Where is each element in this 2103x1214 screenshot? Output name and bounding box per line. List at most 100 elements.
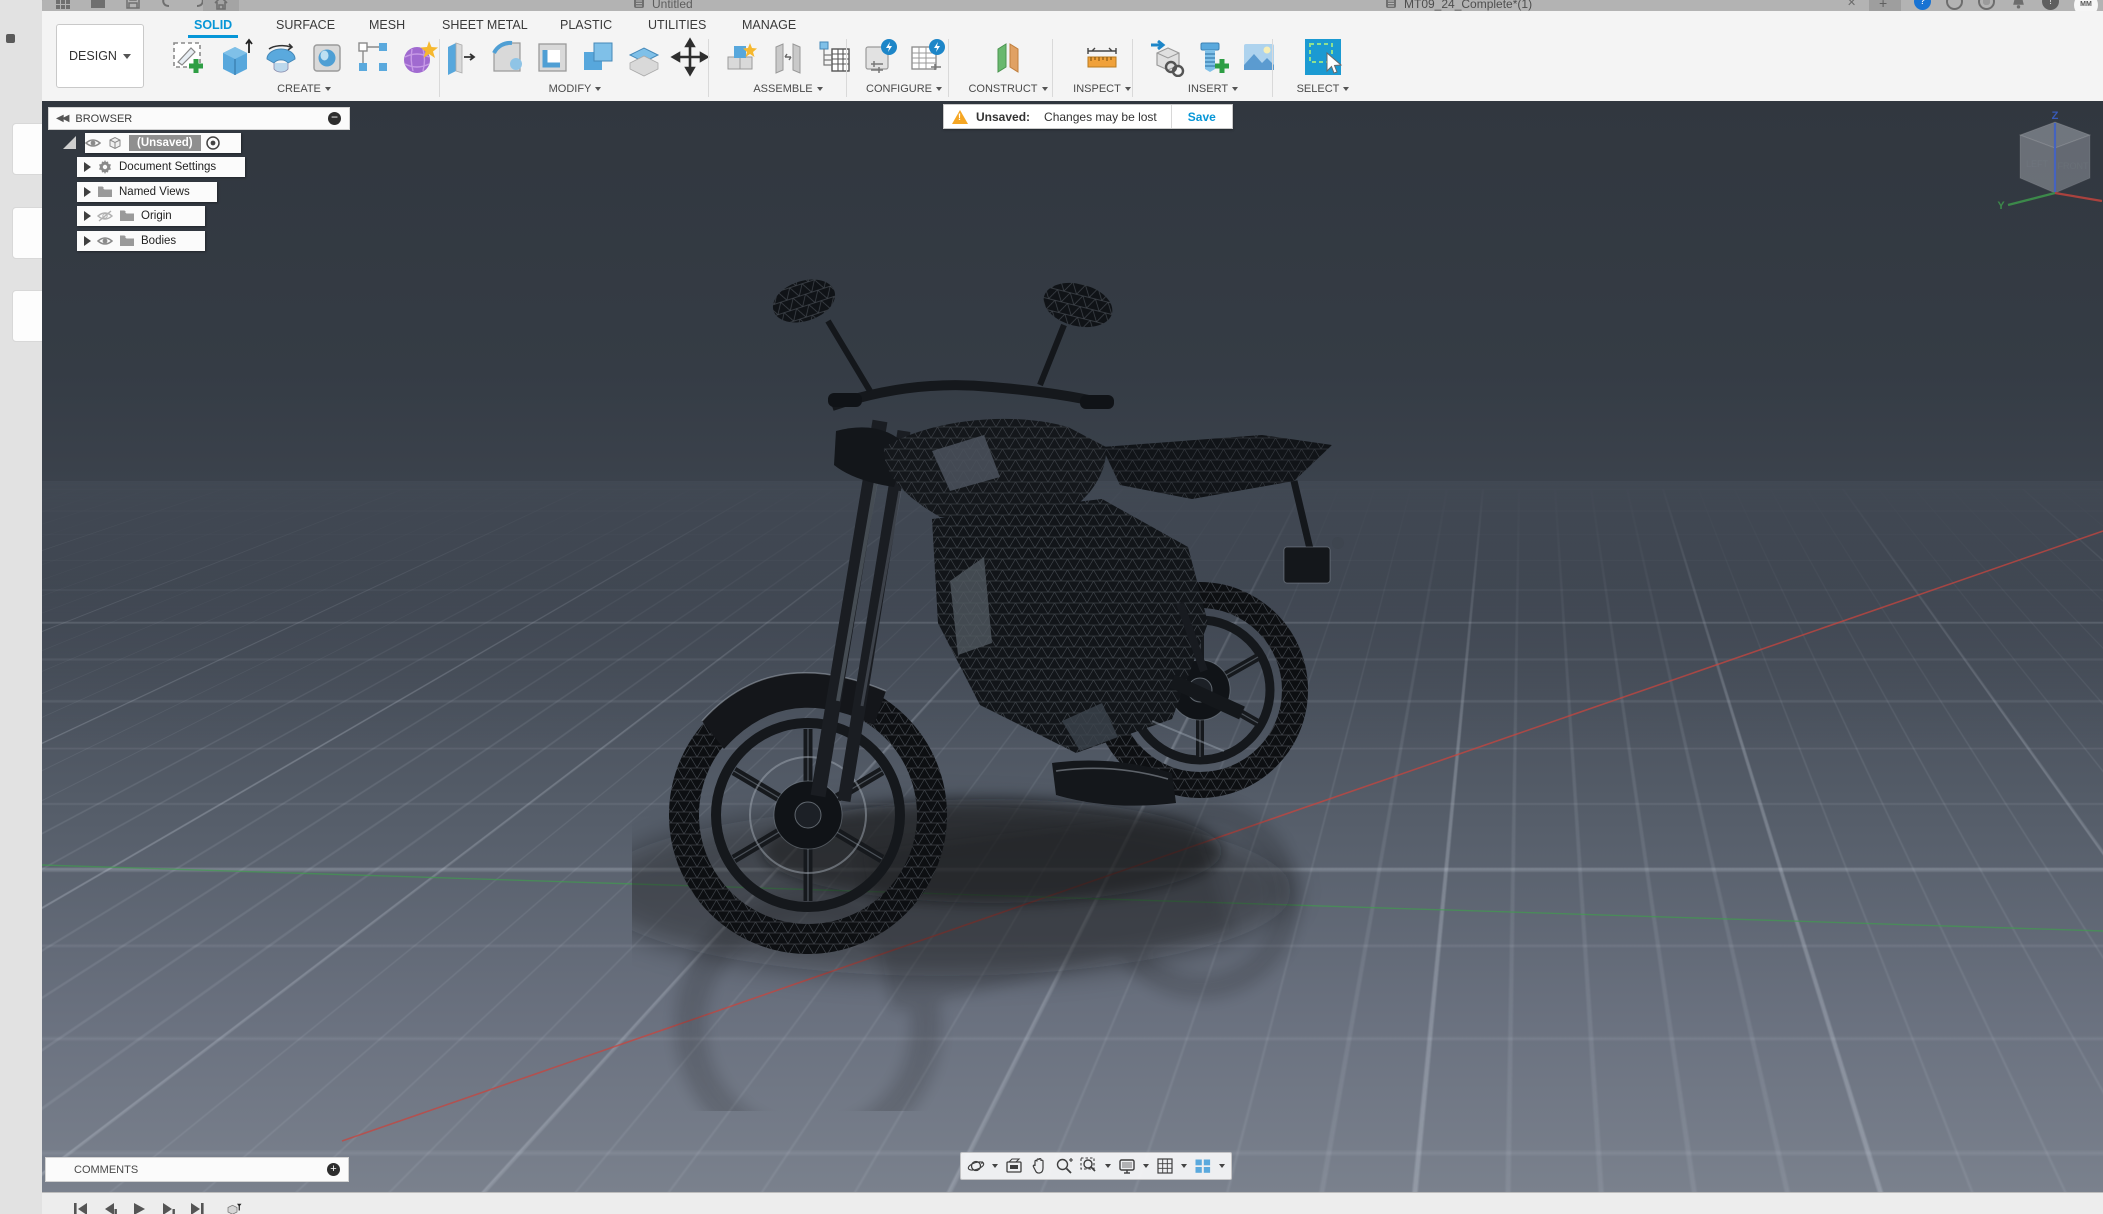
insert-fastener-icon[interactable]	[1193, 37, 1233, 77]
view-cube[interactable]: LEFT FRONT Z Y X	[1994, 109, 2103, 221]
new-tab-button[interactable]	[1869, 0, 1901, 11]
group-label-construct[interactable]: CONSTRUCT	[968, 83, 1037, 95]
tab-surface[interactable]: SURFACE	[276, 18, 335, 32]
fillet-icon[interactable]	[486, 37, 526, 77]
doc-tab-active[interactable]: MT09_24_Complete*(1)	[1404, 0, 1532, 11]
visibility-eye-icon[interactable]	[97, 233, 113, 249]
tab-solid[interactable]: SOLID	[194, 18, 232, 32]
press-pull-icon[interactable]	[440, 37, 480, 77]
doc-tab-untitled[interactable]: Untitled	[652, 0, 693, 11]
expand-icon[interactable]	[84, 236, 91, 246]
pattern-icon[interactable]	[353, 37, 393, 77]
browser-item-bodies[interactable]: Bodies	[77, 231, 205, 251]
browser-root-row[interactable]: (Unsaved)	[85, 133, 241, 153]
group-label-inspect[interactable]: INSPECT	[1073, 83, 1121, 95]
3d-viewport[interactable]: Unsaved: Changes may be lost Save ◀◀ BRO…	[42, 101, 2103, 1192]
group-label-configure[interactable]: CONFIGURE	[866, 83, 932, 95]
group-label-select[interactable]: SELECT	[1297, 83, 1340, 95]
undo-icon[interactable]	[160, 0, 176, 10]
collapse-panel-icon[interactable]: ◀◀	[56, 113, 67, 124]
home-tab[interactable]	[203, 0, 239, 11]
group-label-assemble[interactable]: ASSEMBLE	[753, 83, 812, 95]
zoom-icon[interactable]	[1055, 1157, 1073, 1175]
timeline-step-forward-icon[interactable]	[159, 1201, 177, 1214]
hole-icon[interactable]	[307, 37, 347, 77]
document-tab-bar: Untitled MT09_24_Complete*(1) ✕ ? ! MM	[42, 0, 2103, 11]
chevron-down-icon[interactable]	[1219, 1164, 1225, 1168]
activate-radio-icon[interactable]	[205, 135, 221, 151]
joint-icon[interactable]	[768, 37, 808, 77]
save-button[interactable]: Save	[1172, 110, 1232, 124]
offset-face-icon[interactable]	[624, 37, 664, 77]
visibility-eye-icon[interactable]	[85, 135, 101, 151]
new-component-icon[interactable]	[722, 37, 762, 77]
timeline-marker-icon[interactable]	[225, 1201, 249, 1214]
bom-icon[interactable]	[814, 37, 854, 77]
look-at-icon[interactable]	[1005, 1157, 1023, 1175]
save-icon[interactable]	[125, 0, 141, 10]
browser-item-document-settings[interactable]: Document Settings	[77, 157, 245, 177]
shell-icon[interactable]	[532, 37, 572, 77]
create-sketch-icon[interactable]	[169, 37, 209, 77]
file-new-icon[interactable]	[42, 0, 46, 10]
orbit-icon[interactable]	[967, 1157, 985, 1175]
comments-panel-header[interactable]: COMMENTS +	[45, 1157, 349, 1182]
grid-snap-icon[interactable]	[1156, 1157, 1174, 1175]
viewports-icon[interactable]	[1194, 1157, 1212, 1175]
timeline-go-to-start-icon[interactable]	[72, 1201, 90, 1214]
pan-icon[interactable]	[1030, 1157, 1048, 1175]
chevron-down-icon[interactable]	[992, 1164, 998, 1168]
sync-icon[interactable]	[1946, 0, 1963, 10]
chevron-down-icon	[1042, 87, 1048, 91]
insert-canvas-icon[interactable]	[1239, 37, 1279, 77]
visibility-off-eye-icon[interactable]	[97, 208, 113, 224]
insert-derive-icon[interactable]	[1147, 37, 1187, 77]
chevron-down-icon[interactable]	[1181, 1164, 1187, 1168]
timeline-step-back-icon[interactable]	[101, 1201, 119, 1214]
notification-bell-icon[interactable]	[2010, 0, 2027, 10]
revolve-icon[interactable]	[261, 37, 301, 77]
tab-sheet-metal[interactable]: SHEET METAL	[442, 18, 528, 32]
close-tab-icon[interactable]: ✕	[1847, 0, 1856, 9]
avatar[interactable]: MM	[2074, 0, 2098, 11]
tab-utilities[interactable]: UTILITIES	[648, 18, 706, 32]
group-label-modify[interactable]: MODIFY	[549, 83, 592, 95]
chevron-down-icon[interactable]	[1105, 1164, 1111, 1168]
help-icon[interactable]: ?	[1914, 0, 1931, 10]
group-label-insert[interactable]: INSERT	[1188, 83, 1228, 95]
root-expand-icon[interactable]	[63, 136, 76, 149]
tab-manage[interactable]: MANAGE	[742, 18, 796, 32]
expand-icon[interactable]	[84, 162, 91, 172]
select-icon[interactable]	[1303, 37, 1343, 77]
root-document-label[interactable]: (Unsaved)	[129, 135, 201, 151]
tab-mesh[interactable]: MESH	[369, 18, 405, 32]
issues-icon[interactable]: !	[2042, 0, 2059, 10]
group-label-create[interactable]: CREATE	[277, 83, 321, 95]
group-assemble: ASSEMBLE	[718, 37, 858, 99]
job-status-icon[interactable]	[1978, 0, 1995, 10]
move-copy-icon[interactable]	[670, 37, 710, 77]
configuration-table-icon[interactable]	[907, 37, 947, 77]
chevron-down-icon[interactable]	[1143, 1164, 1149, 1168]
measure-icon[interactable]	[1082, 37, 1122, 77]
browser-item-named-views[interactable]: Named Views	[77, 182, 217, 202]
create-form-icon[interactable]	[399, 37, 439, 77]
configure-icon[interactable]	[861, 37, 901, 77]
add-comment-icon[interactable]: +	[327, 1163, 340, 1176]
minimize-panel-icon[interactable]: −	[328, 112, 341, 125]
extrude-icon[interactable]	[215, 37, 255, 77]
display-settings-icon[interactable]	[1118, 1157, 1136, 1175]
zoom-window-icon[interactable]	[1080, 1157, 1098, 1175]
folder-icon[interactable]	[90, 0, 106, 10]
data-panel-icon[interactable]	[55, 0, 71, 10]
expand-icon[interactable]	[84, 187, 91, 197]
timeline-play-icon[interactable]	[130, 1201, 148, 1214]
construct-plane-icon[interactable]	[988, 37, 1028, 77]
tab-plastic[interactable]: PLASTIC	[560, 18, 612, 32]
combine-icon[interactable]	[578, 37, 618, 77]
motorcycle-model[interactable]	[632, 251, 1382, 1111]
workspace-switcher[interactable]: DESIGN	[56, 24, 144, 88]
expand-icon[interactable]	[84, 211, 91, 221]
timeline-go-to-end-icon[interactable]	[188, 1201, 206, 1214]
browser-item-origin[interactable]: Origin	[77, 206, 205, 226]
